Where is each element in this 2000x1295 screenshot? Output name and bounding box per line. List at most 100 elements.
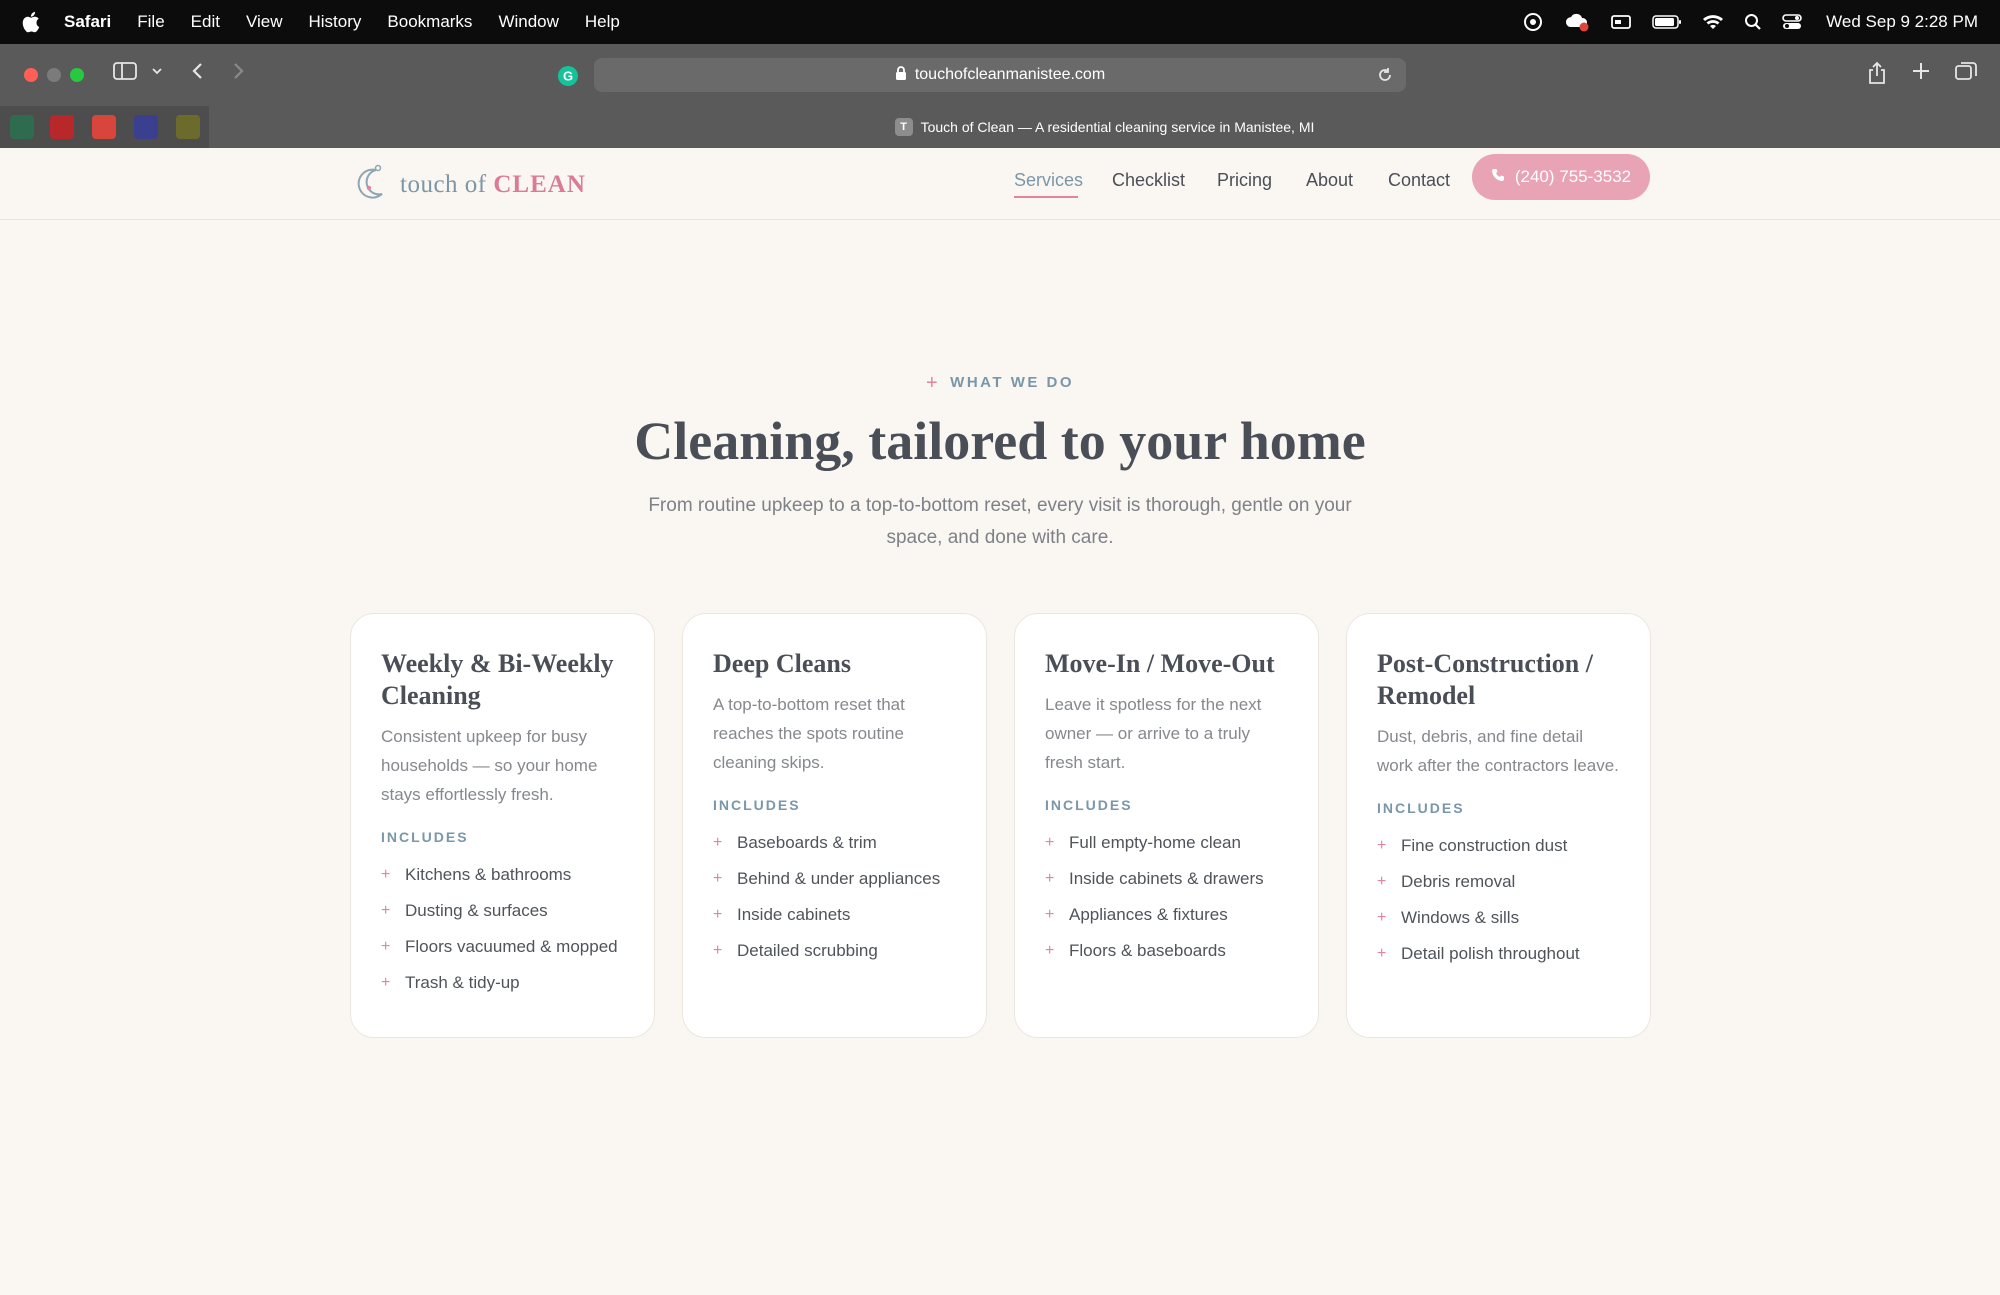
url-text: touchofcleanmanistee.com xyxy=(914,66,1106,83)
list-item: + Debris removal xyxy=(1377,864,1620,900)
nav-checklist[interactable]: Checklist xyxy=(1112,170,1185,191)
list-item: + Floors & baseboards xyxy=(1045,933,1288,969)
nav-active-underline xyxy=(1014,196,1078,198)
logo-wordmark: touch of CLEAN xyxy=(400,171,586,199)
service-card-deep: Deep Cleans A top-to-bottom reset that r… xyxy=(682,613,987,1038)
back-arrow-icon[interactable] xyxy=(188,60,208,82)
plus-bullet-icon: + xyxy=(1045,870,1055,887)
card-icon[interactable] xyxy=(1610,13,1632,31)
call-phone-button[interactable]: (240) 755-3532 xyxy=(1472,154,1650,200)
reload-icon[interactable] xyxy=(1376,66,1394,89)
plus-sparkle-icon: + xyxy=(925,372,941,394)
card-includes-list: + Fine construction dust + Debris removal … xyxy=(1377,828,1620,972)
card-title: Weekly & Bi-Weekly Cleaning xyxy=(381,649,614,710)
zoom-window-button[interactable] xyxy=(70,68,84,82)
cloud-sync-icon[interactable] xyxy=(1564,11,1590,33)
menu-bookmarks[interactable]: Bookmarks xyxy=(387,12,472,32)
list-item: + Windows & sills xyxy=(1377,900,1620,936)
pinned-tab-globe-icon[interactable] xyxy=(10,115,34,139)
nav-contact[interactable]: Contact xyxy=(1388,170,1450,191)
menubar-clock[interactable]: Wed Sep 9 2:28 PM xyxy=(1826,12,1978,32)
card-includes-list: + Baseboards & trim + Behind & under appli… xyxy=(713,825,956,969)
sidebar-toggle-icon[interactable] xyxy=(112,60,138,82)
pinned-tab-lines-icon[interactable] xyxy=(176,115,200,139)
menu-edit[interactable]: Edit xyxy=(191,12,220,32)
card-includes-list: + Full empty-home clean + Inside cabinets … xyxy=(1045,825,1288,969)
plus-bullet-icon: + xyxy=(381,866,391,883)
plus-bullet-icon: + xyxy=(713,870,723,887)
list-item: + Kitchens & bathrooms xyxy=(381,857,624,893)
tab-bar: T Touch of Clean — A residential cleanin… xyxy=(0,106,2000,148)
card-includes-label: INCLUDES xyxy=(1377,800,1465,816)
menu-window[interactable]: Window xyxy=(498,12,558,32)
plus-bullet-icon: + xyxy=(1045,834,1055,851)
plus-bullet-icon: + xyxy=(713,942,723,959)
close-window-button[interactable] xyxy=(24,68,38,82)
control-center-icon[interactable] xyxy=(1782,13,1802,31)
lock-icon xyxy=(895,65,907,86)
nav-pricing[interactable]: Pricing xyxy=(1217,170,1272,191)
new-tab-plus-icon[interactable] xyxy=(1910,60,1932,82)
plus-bullet-icon: + xyxy=(1377,837,1387,854)
section-eyebrow: + WHAT WE DO xyxy=(0,372,2000,395)
spotlight-search-icon[interactable] xyxy=(1744,13,1762,31)
nav-about[interactable]: About xyxy=(1306,170,1353,191)
menu-help[interactable]: Help xyxy=(585,12,620,32)
menu-history[interactable]: History xyxy=(309,12,362,32)
logo-prefix: touch of xyxy=(400,170,487,198)
list-item: + Floors vacuumed & mopped xyxy=(381,929,624,965)
tab-overview-icon[interactable] xyxy=(1954,60,1978,82)
apple-logo-icon[interactable] xyxy=(22,11,44,33)
site-logo[interactable]: touch of CLEAN xyxy=(356,162,586,207)
list-item: + Dusting & surfaces xyxy=(381,893,624,929)
list-item: + Detailed scrubbing xyxy=(713,933,956,969)
list-item: + Trash & tidy-up xyxy=(381,965,624,1001)
phone-number: (240) 755-3532 xyxy=(1514,167,1632,186)
plus-bullet-icon: + xyxy=(381,902,391,919)
plus-bullet-icon: + xyxy=(713,906,723,923)
plus-bullet-icon: + xyxy=(381,938,391,955)
logo-brand: CLEAN xyxy=(493,170,586,198)
card-includes-label: INCLUDES xyxy=(1045,797,1133,813)
menu-view[interactable]: View xyxy=(246,12,283,32)
plus-bullet-icon: + xyxy=(1377,945,1387,962)
nav-services[interactable]: Services xyxy=(1014,170,1083,191)
pinned-tab-pattern-icon[interactable] xyxy=(134,115,158,139)
card-description: Leave it spotless for the next owner — o… xyxy=(1045,695,1262,772)
card-description: Consistent upkeep for busy households — … xyxy=(381,727,598,804)
active-tab[interactable]: T Touch of Clean — A residential cleanin… xyxy=(209,106,2000,148)
list-item: + Detail polish throughout xyxy=(1377,936,1620,972)
battery-icon[interactable] xyxy=(1652,14,1682,30)
plus-bullet-icon: + xyxy=(713,834,723,851)
plus-bullet-icon: + xyxy=(1045,942,1055,959)
plus-bullet-icon: + xyxy=(381,974,391,991)
tab-favicon-icon: T xyxy=(894,118,913,136)
card-title: Post-Construction / Remodel xyxy=(1377,649,1593,710)
status-circle-icon[interactable] xyxy=(1522,11,1544,33)
moon-sparkle-logo-icon xyxy=(356,162,386,207)
grammarly-extension-icon[interactable]: G xyxy=(556,64,580,88)
list-item: + Inside cabinets & drawers xyxy=(1045,861,1288,897)
plus-bullet-icon: + xyxy=(1045,906,1055,923)
chevron-down-icon[interactable] xyxy=(150,60,164,82)
list-item: + Full empty-home clean xyxy=(1045,825,1288,861)
list-item: + Appliances & fixtures xyxy=(1045,897,1288,933)
phone-icon xyxy=(1491,167,1505,187)
plus-bullet-icon: + xyxy=(1377,909,1387,926)
pinned-tab-stack-icon[interactable] xyxy=(50,115,74,139)
share-icon[interactable] xyxy=(1866,60,1888,86)
svg-text:G: G xyxy=(563,69,573,84)
plus-bullet-icon: + xyxy=(1377,873,1387,890)
menu-app-name[interactable]: Safari xyxy=(64,12,111,32)
menu-file[interactable]: File xyxy=(137,12,164,32)
pinned-tab-badge-icon[interactable] xyxy=(92,115,116,139)
card-title: Deep Cleans xyxy=(713,649,851,678)
card-includes-label: INCLUDES xyxy=(713,797,801,813)
wifi-icon[interactable] xyxy=(1702,13,1724,31)
service-card-post-construction: Post-Construction / Remodel Dust, debris… xyxy=(1346,613,1651,1038)
list-item: + Inside cabinets xyxy=(713,897,956,933)
card-title: Move-In / Move-Out xyxy=(1045,649,1275,678)
forward-arrow-icon[interactable] xyxy=(228,60,248,82)
address-bar[interactable]: touchofcleanmanistee.com xyxy=(594,58,1406,92)
minimize-window-button[interactable] xyxy=(47,68,61,82)
